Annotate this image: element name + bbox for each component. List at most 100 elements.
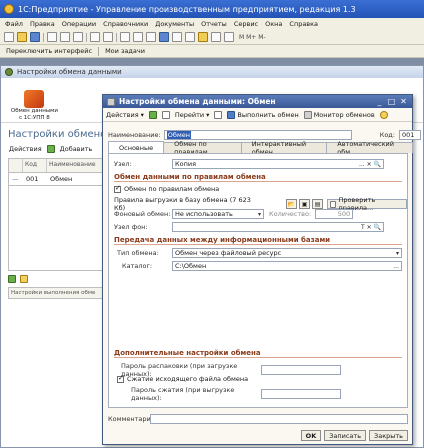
- exchange-upp-icon: [24, 90, 45, 108]
- menu-help[interactable]: Справка: [289, 20, 318, 28]
- toolbar-separator: [116, 32, 117, 42]
- compress-pass-label: Пароль сжатия (при выгрузке данных):: [131, 386, 235, 402]
- main-toolbar: M M+ M-: [0, 30, 424, 45]
- find-icon[interactable]: [146, 32, 156, 42]
- list-icon[interactable]: [214, 110, 223, 119]
- exchange-type-select[interactable]: Обмен через файловый ресурс ▾: [172, 248, 402, 258]
- unpack-password-field[interactable]: [261, 365, 341, 375]
- form-icon: [107, 97, 115, 106]
- open-folder-icon[interactable]: 📂: [286, 199, 298, 209]
- tab-rules-exchange[interactable]: Обмен по правилам: [163, 140, 242, 156]
- compress-checkbox[interactable]: [117, 374, 124, 383]
- save-record-icon[interactable]: [148, 110, 157, 119]
- menu-service[interactable]: Сервис: [234, 20, 258, 28]
- save-button[interactable]: Записать: [324, 430, 367, 441]
- exchange-type-row: Тип обмена: Обмен через файловый ресурс ▾: [117, 248, 402, 258]
- refresh-icon[interactable]: [161, 110, 170, 119]
- cut-icon[interactable]: [47, 32, 57, 42]
- section-data-transfer: Передача данных между информационными ба…: [114, 236, 331, 244]
- tasks-icon[interactable]: [198, 32, 208, 42]
- help-icon[interactable]: [379, 110, 388, 119]
- memory-buttons[interactable]: M M+ M-: [239, 34, 266, 41]
- switch-interface-button[interactable]: Переключить интерфейс: [6, 47, 92, 55]
- redo-icon[interactable]: [133, 32, 143, 42]
- toolbar-separator: [98, 46, 100, 56]
- bgwin-title: Настройки обмена данными: [17, 68, 122, 76]
- qty-label: Количество:: [269, 210, 312, 218]
- compress-check-row: Сжатие исходящего файла обмена: [117, 374, 248, 383]
- bg-exchange-select[interactable]: Не использовать ▾: [172, 209, 264, 219]
- toolbar-separator: [43, 32, 44, 42]
- goto-menu[interactable]: Перейти ▾: [175, 111, 210, 119]
- menu-operations[interactable]: Операции: [62, 20, 96, 28]
- monitor-button[interactable]: Монитор обменов: [303, 110, 375, 119]
- maximize-icon[interactable]: □: [387, 97, 396, 106]
- comment-row: Комментарий:: [108, 414, 408, 424]
- rules-exchange-checkbox[interactable]: [114, 184, 121, 193]
- open-folder-icon[interactable]: [17, 32, 27, 42]
- compress-password-field[interactable]: [261, 389, 341, 399]
- menubar: Файл Правка Операции Справочники Докумен…: [0, 18, 424, 30]
- node-bg-field[interactable]: T ✕ 🔍: [172, 222, 384, 232]
- grid-col-name[interactable]: Наименование: [47, 159, 102, 172]
- row-marker-icon: —: [12, 175, 19, 183]
- catalog-field[interactable]: C:\Обмен...: [172, 261, 402, 271]
- copy-icon[interactable]: [60, 32, 70, 42]
- ok-button[interactable]: OK: [300, 430, 322, 441]
- comment-field[interactable]: [150, 414, 408, 424]
- print-icon[interactable]: [90, 32, 100, 42]
- exchange-settings-dialog: Настройки обмена данными: Обмен _ □ ✕ Де…: [102, 94, 421, 445]
- node-field[interactable]: Копия... ✕ 🔍: [172, 159, 384, 169]
- new-document-icon[interactable]: [4, 32, 14, 42]
- bgwin-actions-menu[interactable]: Действия: [9, 145, 42, 153]
- tab-automatic[interactable]: Автоматический обм...: [326, 140, 413, 156]
- save-icon[interactable]: ▣: [299, 199, 311, 209]
- save-icon[interactable]: [30, 32, 40, 42]
- preview-icon[interactable]: [103, 32, 113, 42]
- menu-catalogs[interactable]: Справочники: [103, 20, 148, 28]
- actions-menu[interactable]: Действия ▾: [106, 111, 144, 119]
- node-bg-label: Узел фон:: [114, 223, 148, 231]
- settings-icon[interactable]: [211, 32, 221, 42]
- dialog-toolbar: Действия ▾ Перейти ▾ Выполнить обмен Мон…: [103, 108, 412, 122]
- close-icon[interactable]: ✕: [399, 97, 408, 106]
- catalog-label: Каталог:: [122, 262, 153, 270]
- name-field[interactable]: Обмен: [163, 130, 352, 140]
- document-icon[interactable]: ▤: [312, 199, 324, 209]
- minimize-icon[interactable]: _: [375, 97, 384, 106]
- tab-main[interactable]: Основные: [108, 141, 165, 153]
- chevron-down-icon: ▾: [257, 210, 261, 218]
- exchange-upp-item[interactable]: Обмен данными с 1С:УПП 8: [9, 90, 60, 122]
- paste-icon[interactable]: [73, 32, 83, 42]
- menu-documents[interactable]: Документы: [155, 20, 194, 28]
- dialog-title: Настройки обмена данными: Обмен: [119, 97, 276, 106]
- app-logo-icon: [4, 4, 14, 14]
- code-field[interactable]: 001: [398, 130, 421, 140]
- run-exchange-button[interactable]: Выполнить обмен: [227, 110, 299, 119]
- table-row[interactable]: — 001 Обмен: [8, 173, 103, 186]
- menu-file[interactable]: Файл: [5, 20, 23, 28]
- tab-interactive[interactable]: Интерактивный обмен: [240, 140, 328, 156]
- calendar-icon[interactable]: [185, 32, 195, 42]
- settings-icon[interactable]: [20, 275, 28, 283]
- bgwin-add-button[interactable]: Добавить: [60, 145, 93, 153]
- refresh-icon[interactable]: [8, 275, 16, 283]
- grid-col-code[interactable]: Код: [23, 159, 47, 172]
- close-button[interactable]: Закрыть: [369, 430, 408, 441]
- undo-icon[interactable]: [120, 32, 130, 42]
- my-tasks-button[interactable]: Мои задачи: [105, 47, 145, 55]
- menu-edit[interactable]: Правка: [30, 20, 55, 28]
- bg-exchange-row: Фоновый обмен: Не использовать ▾ Количест…: [114, 209, 354, 219]
- toolbar-separator: [86, 32, 87, 42]
- exchange-type-label: Тип обмена:: [117, 249, 159, 257]
- check-rules-button[interactable]: Проверить правила...: [327, 196, 407, 212]
- menu-reports[interactable]: Отчеты: [201, 20, 227, 28]
- menu-windows[interactable]: Окна: [265, 20, 282, 28]
- help-icon[interactable]: [159, 32, 169, 42]
- lock-icon[interactable]: [224, 32, 234, 42]
- exchange-upp-label: Обмен данными с 1С:УПП 8: [10, 108, 58, 121]
- name-row: Наименование: Обмен Код: 001: [108, 130, 421, 140]
- qty-field[interactable]: 500: [315, 209, 354, 219]
- secondary-toolbar: Переключить интерфейс Мои задачи: [0, 45, 424, 58]
- calculator-icon[interactable]: [172, 32, 182, 42]
